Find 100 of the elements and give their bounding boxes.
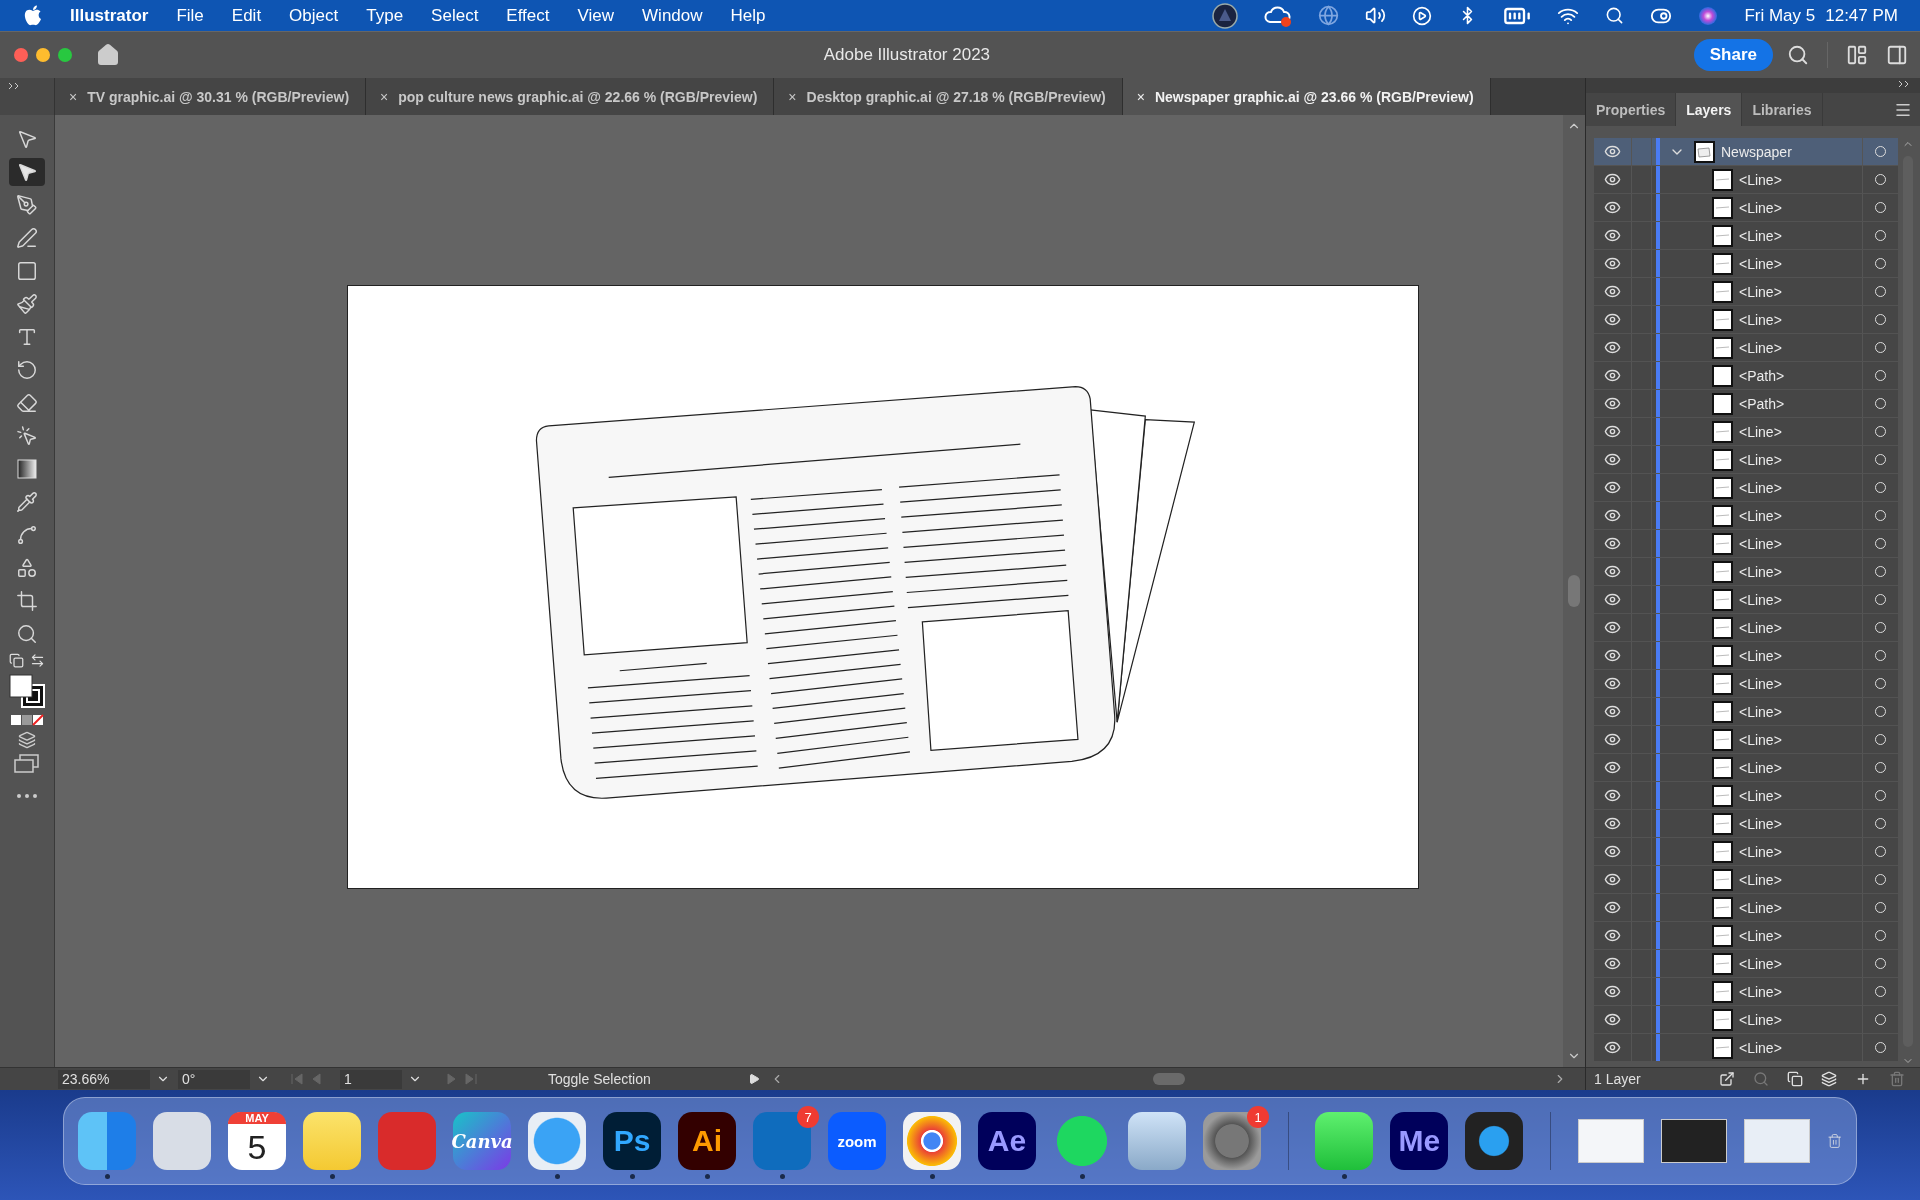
- globe-icon[interactable]: [1318, 5, 1340, 26]
- eye-icon[interactable]: [1604, 255, 1621, 272]
- eye-icon[interactable]: [1604, 283, 1621, 300]
- eye-icon[interactable]: [1604, 927, 1621, 944]
- layer-row[interactable]: <Line>: [1594, 250, 1898, 277]
- layer-row[interactable]: <Line>: [1594, 614, 1898, 641]
- menu-item[interactable]: Select: [431, 5, 479, 26]
- layer-row[interactable]: <Line>: [1594, 726, 1898, 753]
- eye-icon[interactable]: [1604, 199, 1621, 216]
- app-icon[interactable]: Canva: [453, 1112, 511, 1170]
- eye-icon[interactable]: [1604, 591, 1621, 608]
- search-icon[interactable]: [1605, 6, 1625, 25]
- menu-item[interactable]: File: [176, 5, 204, 26]
- layer-row[interactable]: <Line>: [1594, 334, 1898, 361]
- rotation-field[interactable]: 0°: [178, 1069, 250, 1089]
- menu-item[interactable]: Window: [642, 5, 703, 26]
- layer-row[interactable]: <Line>: [1594, 950, 1898, 977]
- eye-icon[interactable]: [1604, 983, 1621, 1000]
- document-tab[interactable]: × TV graphic.ai @ 30.31 % (RGB/Preview): [55, 78, 367, 115]
- date-text[interactable]: Fri May 5: [1744, 5, 1816, 26]
- window-thumbnail[interactable]: [1743, 1119, 1810, 1163]
- app-icon[interactable]: [1465, 1112, 1524, 1170]
- app-icon[interactable]: Ai: [678, 1112, 736, 1170]
- document-tab[interactable]: × Desktop graphic.ai @ 27.18 % (RGB/Preview): [774, 78, 1123, 115]
- layer-row[interactable]: <Line>: [1594, 166, 1898, 193]
- eye-icon[interactable]: [1604, 899, 1621, 916]
- window-thumbnail[interactable]: [1577, 1119, 1644, 1163]
- app-icon[interactable]: Ps: [603, 1112, 661, 1170]
- apple-logo-icon[interactable]: [24, 5, 42, 26]
- panel-icon[interactable]: [1886, 44, 1908, 66]
- eye-icon[interactable]: [1604, 703, 1621, 720]
- eye-icon[interactable]: [1604, 479, 1621, 496]
- document-tab[interactable]: × pop culture news graphic.ai @ 22.66 % (RGB/Preview): [366, 78, 775, 115]
- swap-icon[interactable]: [30, 653, 45, 668]
- close-icon[interactable]: ×: [1136, 88, 1145, 105]
- eye-icon[interactable]: [1604, 339, 1621, 356]
- calendar-app-icon[interactable]: MAY 5: [228, 1112, 286, 1170]
- eye-icon[interactable]: [1604, 955, 1621, 972]
- menu-item[interactable]: Help: [730, 5, 766, 26]
- eye-icon[interactable]: [1604, 311, 1621, 328]
- layer-row[interactable]: <Line>: [1594, 866, 1898, 893]
- collapse-handle[interactable]: [0, 78, 55, 115]
- layer-row[interactable]: <Line>: [1594, 754, 1898, 781]
- zoom-field[interactable]: 23.66%: [58, 1069, 150, 1089]
- eye-icon[interactable]: [1604, 563, 1621, 580]
- layer-row[interactable]: <Line>: [1594, 1034, 1898, 1061]
- eye-icon[interactable]: [1604, 843, 1621, 860]
- play-icon[interactable]: [1412, 5, 1433, 26]
- layer-row[interactable]: <Line>: [1594, 838, 1898, 865]
- eye-icon[interactable]: [1604, 367, 1621, 384]
- sublayer-icon[interactable]: [1820, 1071, 1837, 1087]
- layer-row[interactable]: <Path>: [1594, 362, 1898, 389]
- layer-row[interactable]: <Line>: [1594, 278, 1898, 305]
- fill-stroke-icon[interactable]: [8, 673, 46, 709]
- layer-row[interactable]: <Path>: [1594, 390, 1898, 417]
- layer-row[interactable]: <Line>: [1594, 922, 1898, 949]
- eye-icon[interactable]: [1604, 423, 1621, 440]
- menu-item[interactable]: Edit: [231, 5, 262, 26]
- close-icon[interactable]: ×: [69, 88, 78, 105]
- app-icon[interactable]: [153, 1112, 211, 1170]
- layer-row[interactable]: <Line>: [1594, 306, 1898, 333]
- scroll-thumb[interactable]: [1152, 1073, 1185, 1085]
- close-icon[interactable]: ×: [380, 88, 389, 105]
- tool-button[interactable]: [9, 158, 45, 186]
- layer-row[interactable]: <Line>: [1594, 670, 1898, 697]
- menu-item[interactable]: Type: [366, 5, 404, 26]
- layer-row[interactable]: <Line>: [1594, 810, 1898, 837]
- eye-icon[interactable]: [1604, 1011, 1621, 1028]
- default-colors-icon[interactable]: [9, 653, 24, 668]
- eye-icon[interactable]: [1604, 759, 1621, 776]
- eye-icon[interactable]: [1604, 171, 1621, 188]
- eye-icon[interactable]: [1604, 143, 1621, 160]
- eye-icon[interactable]: [1604, 619, 1621, 636]
- layer-row[interactable]: <Line>: [1594, 194, 1898, 221]
- layer-row[interactable]: <Line>: [1594, 978, 1898, 1005]
- eye-icon[interactable]: [1604, 535, 1621, 552]
- layer-row[interactable]: <Line>: [1594, 222, 1898, 249]
- layer-row[interactable]: <Line>: [1594, 418, 1898, 445]
- export-icon[interactable]: [1718, 1071, 1735, 1087]
- app-icon[interactable]: [1203, 1112, 1261, 1170]
- eye-icon[interactable]: [1604, 675, 1621, 692]
- layer-row[interactable]: <Line>: [1594, 782, 1898, 809]
- layer-row[interactable]: Newspaper: [1594, 138, 1898, 165]
- app-icon[interactable]: [1128, 1112, 1186, 1170]
- app-icon[interactable]: [903, 1112, 961, 1170]
- app-menu[interactable]: Illustrator: [70, 5, 149, 26]
- scroll-thumb[interactable]: [1568, 575, 1580, 607]
- layer-row[interactable]: <Line>: [1594, 446, 1898, 473]
- eye-icon[interactable]: [1604, 507, 1621, 524]
- panel-tab[interactable]: Layers: [1676, 93, 1743, 126]
- siri-icon[interactable]: [1698, 5, 1719, 26]
- layer-row[interactable]: <Line>: [1594, 502, 1898, 529]
- workspace-icon[interactable]: [1846, 44, 1868, 66]
- clipping-mask-icon[interactable]: [1786, 1071, 1803, 1087]
- app-icon[interactable]: [1315, 1112, 1374, 1170]
- document-tab[interactable]: × Newspaper graphic.ai @ 23.66 % (RGB/Preview): [1122, 78, 1491, 115]
- app-icon[interactable]: Me: [1390, 1112, 1449, 1170]
- play-icon[interactable]: [748, 1073, 760, 1085]
- menu-item[interactable]: Effect: [506, 5, 550, 26]
- layer-row[interactable]: <Line>: [1594, 474, 1898, 501]
